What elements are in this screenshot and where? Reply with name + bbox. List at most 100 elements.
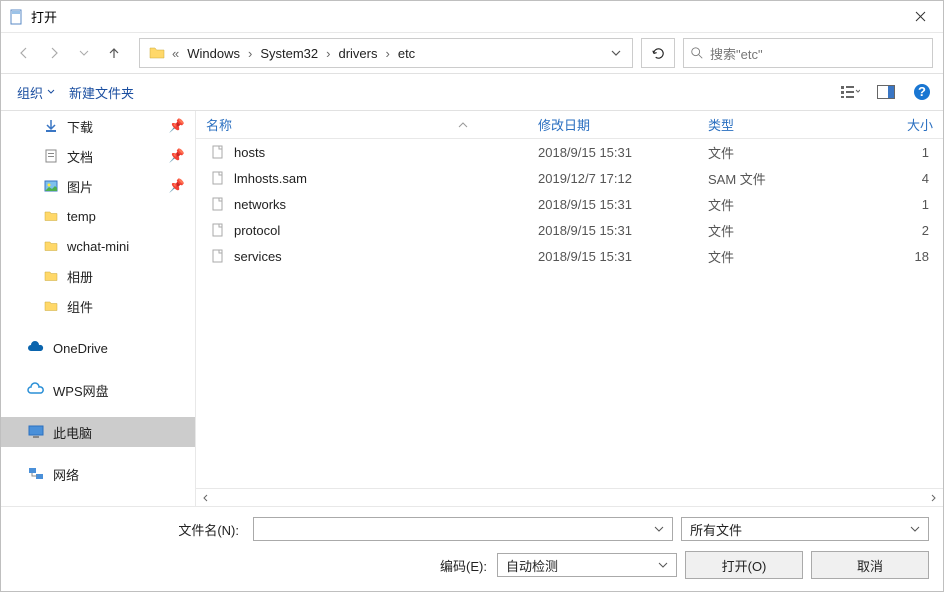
file-icon (210, 222, 226, 238)
file-area[interactable]: hosts2018/9/15 15:31文件1lmhosts.sam2019/1… (196, 139, 943, 488)
sidebar-item-pictures[interactable]: 图片 📌 (1, 171, 195, 201)
file-name: networks (234, 197, 286, 212)
filter-label: 所有文件 (686, 520, 906, 539)
onedrive-icon (27, 339, 45, 357)
cancel-button[interactable]: 取消 (811, 551, 929, 579)
organize-menu[interactable]: 组织 (11, 79, 61, 106)
file-row[interactable]: services2018/9/15 15:31文件18 (196, 243, 943, 269)
file-type: 文件 (698, 195, 848, 214)
column-header-date[interactable]: 修改日期 (528, 115, 698, 134)
file-type: SAM 文件 (698, 169, 848, 188)
folder-icon (148, 44, 166, 62)
folder-icon (43, 298, 59, 314)
organize-label: 组织 (17, 83, 43, 102)
search-input[interactable]: 搜索"etc" (683, 38, 933, 68)
column-header-name[interactable]: 名称 (196, 115, 528, 134)
sidebar-item-label: WPS网盘 (53, 381, 109, 400)
new-folder-button[interactable]: 新建文件夹 (63, 79, 140, 106)
horizontal-scrollbar[interactable] (196, 488, 943, 506)
refresh-icon (651, 46, 666, 61)
file-name: protocol (234, 223, 280, 238)
scroll-right-icon[interactable] (925, 490, 941, 506)
file-date: 2018/9/15 15:31 (528, 197, 698, 212)
chevron-down-icon[interactable] (654, 560, 672, 570)
sidebar-item-label: 图片 (67, 177, 93, 196)
filename-input[interactable] (253, 517, 673, 541)
sidebar-item-downloads[interactable]: 下载 📌 (1, 111, 195, 141)
new-folder-label: 新建文件夹 (69, 83, 134, 102)
search-placeholder: 搜索"etc" (710, 44, 763, 63)
sidebar-item-label: temp (67, 209, 96, 224)
nav-forward-button[interactable] (45, 44, 63, 62)
sidebar-item-label: wchat-mini (67, 239, 129, 254)
pin-icon: 📌 (169, 178, 185, 194)
pictures-icon (43, 178, 59, 194)
sort-indicator-icon (458, 117, 468, 132)
file-date: 2018/9/15 15:31 (528, 223, 698, 238)
breadcrumb-item[interactable]: drivers (332, 39, 383, 67)
sidebar-item-onedrive[interactable]: OneDrive (1, 333, 195, 363)
scroll-left-icon[interactable] (198, 490, 214, 506)
view-options-button[interactable] (839, 81, 861, 103)
chevron-down-icon[interactable] (906, 524, 924, 534)
sidebar-item-label: 相册 (67, 267, 93, 286)
file-size: 1 (848, 145, 943, 160)
folder-icon (43, 268, 59, 284)
sidebar-item-wps[interactable]: WPS网盘 (1, 375, 195, 405)
column-header-size[interactable]: 大小 (848, 115, 943, 134)
file-icon (210, 196, 226, 212)
file-type: 文件 (698, 221, 848, 240)
chevron-right-icon: › (384, 46, 392, 61)
address-bar[interactable]: « Windows › System32 › drivers › etc (139, 38, 633, 68)
nav-back-button[interactable] (15, 44, 33, 62)
sidebar-item-wchat[interactable]: wchat-mini (1, 231, 195, 261)
nav-arrows (11, 44, 131, 62)
file-name: lmhosts.sam (234, 171, 307, 186)
file-date: 2018/9/15 15:31 (528, 145, 698, 160)
breadcrumb-item[interactable]: Windows (181, 39, 246, 67)
sidebar-item-temp[interactable]: temp (1, 201, 195, 231)
address-dropdown[interactable] (604, 48, 628, 58)
chevron-right-icon: › (246, 46, 254, 61)
close-button[interactable] (898, 1, 943, 33)
breadcrumb-item[interactable]: System32 (254, 39, 324, 67)
sidebar-item-thispc[interactable]: 此电脑 (1, 417, 195, 447)
breadcrumb-item[interactable]: etc (392, 39, 421, 67)
sidebar-item-network[interactable]: 网络 (1, 459, 195, 489)
pin-icon: 📌 (169, 118, 185, 134)
nav-recent-button[interactable] (75, 44, 93, 62)
file-row[interactable]: hosts2018/9/15 15:31文件1 (196, 139, 943, 165)
preview-pane-button[interactable] (875, 81, 897, 103)
sidebar-item-documents[interactable]: 文档 📌 (1, 141, 195, 171)
column-header-type[interactable]: 类型 (698, 115, 848, 134)
file-date: 2018/9/15 15:31 (528, 249, 698, 264)
breadcrumb: « Windows › System32 › drivers › etc (170, 39, 604, 67)
help-button[interactable]: ? (911, 81, 933, 103)
file-row[interactable]: networks 2018/9/15 15:31文件1 (196, 191, 943, 217)
sidebar-item-components[interactable]: 组件 (1, 291, 195, 321)
refresh-button[interactable] (641, 38, 675, 68)
filename-label: 文件名(N): (15, 520, 245, 539)
sidebar-item-label: 下载 (67, 117, 93, 136)
file-icon (210, 144, 226, 160)
document-icon (43, 148, 59, 164)
nav-up-button[interactable] (105, 44, 123, 62)
sidebar-item-photos[interactable]: 相册 (1, 261, 195, 291)
file-size: 1 (848, 197, 943, 212)
sidebar-item-label: OneDrive (53, 341, 108, 356)
chevron-down-icon (47, 88, 55, 96)
file-size: 2 (848, 223, 943, 238)
file-row[interactable]: protocol 2018/9/15 15:31文件2 (196, 217, 943, 243)
encoding-select[interactable]: 自动检测 (497, 553, 677, 577)
body: 下载 📌 文档 📌 图片 📌 temp wchat-mini (1, 111, 943, 506)
file-row[interactable]: lmhosts.sam2019/12/7 17:12SAM 文件4 (196, 165, 943, 191)
chevron-down-icon[interactable] (650, 524, 668, 534)
wps-icon (27, 381, 45, 399)
file-type: 文件 (698, 143, 848, 162)
open-button[interactable]: 打开(O) (685, 551, 803, 579)
folder-icon (43, 238, 59, 254)
file-list-pane: 名称 修改日期 类型 大小 hosts2018/9/15 15:31文件1lmh… (196, 111, 943, 506)
file-size: 18 (848, 249, 943, 264)
open-dialog: 打开 « Windows › System32 › drivers › etc (0, 0, 944, 592)
file-type-filter[interactable]: 所有文件 (681, 517, 929, 541)
